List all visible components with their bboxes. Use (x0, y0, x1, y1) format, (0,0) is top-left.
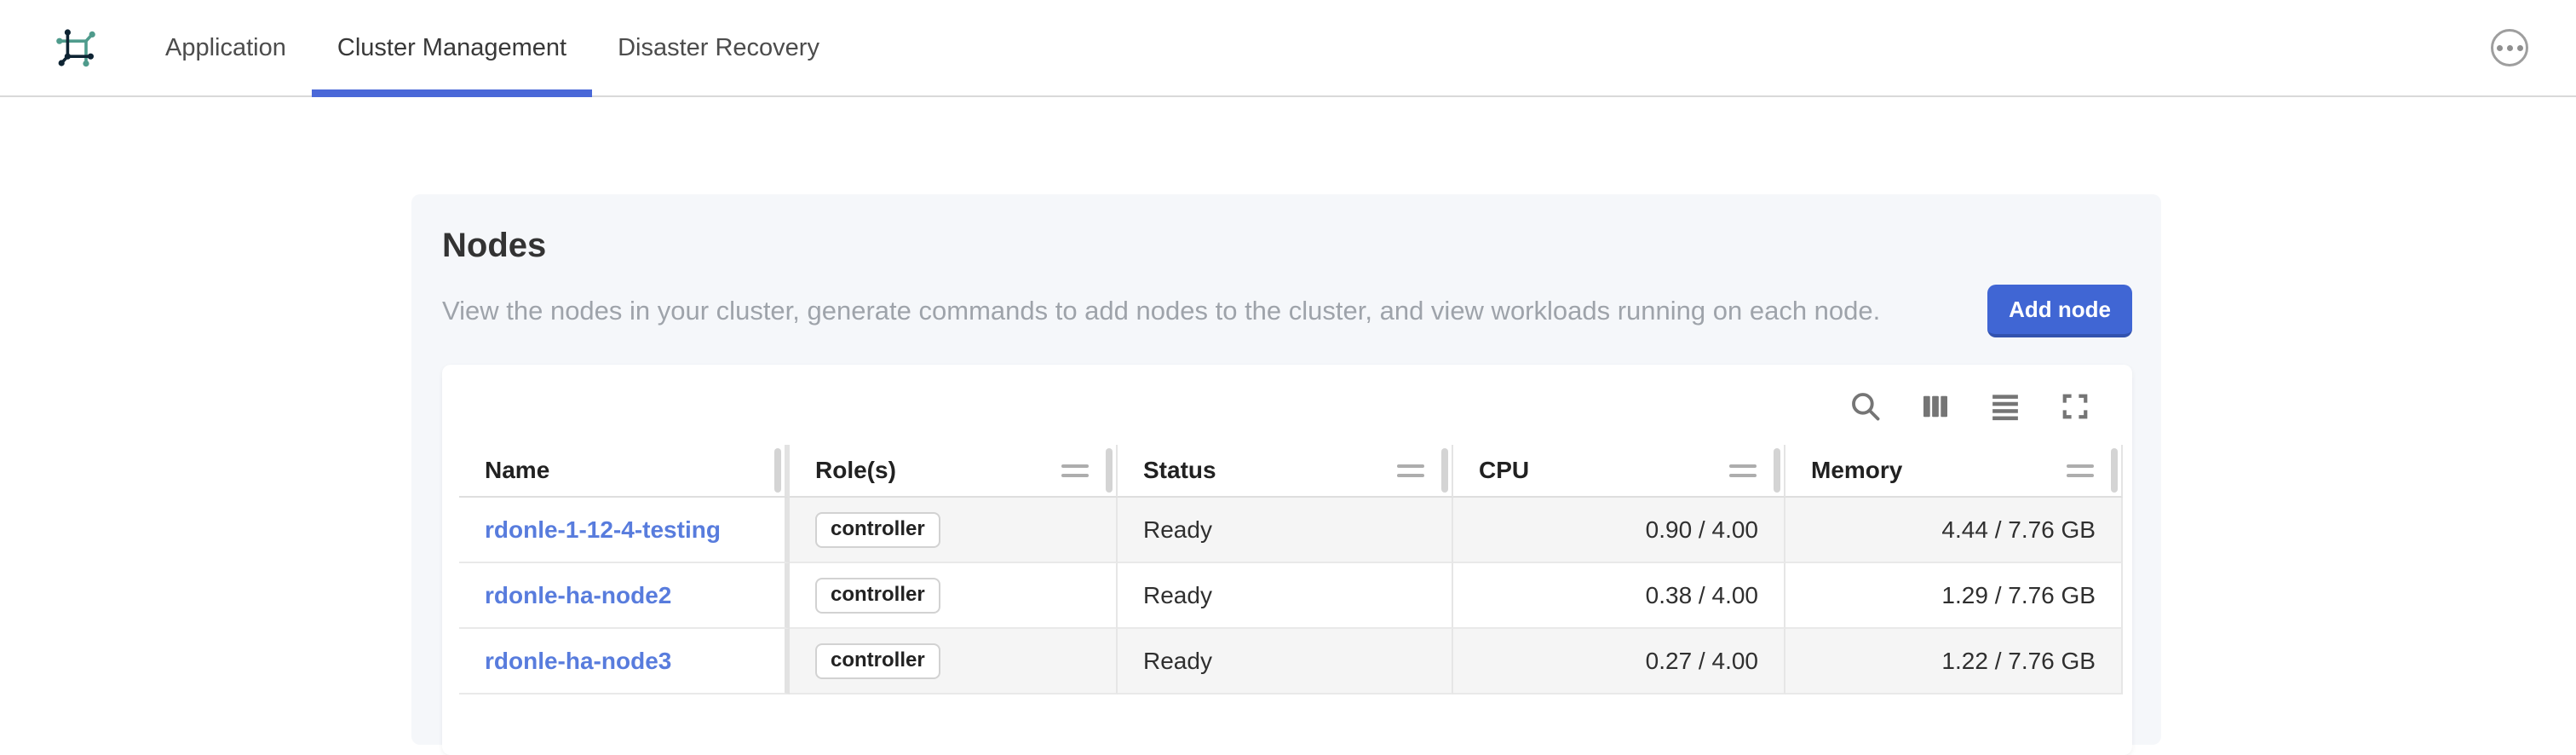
column-header-memory[interactable]: Memory (1785, 445, 2123, 498)
role-badge: controller (815, 643, 940, 679)
panel-description-row: View the nodes in your cluster, generate… (442, 285, 2132, 337)
tab-application[interactable]: Application (140, 0, 312, 95)
cell-cpu: 0.27 / 4.00 (1453, 629, 1785, 694)
column-resize-handle[interactable] (1106, 448, 1113, 493)
cell-name: rdonle-1-12-4-testing (459, 498, 790, 563)
page-description: View the nodes in your cluster, generate… (442, 296, 1881, 326)
column-header-name[interactable]: Name (459, 445, 790, 498)
cell-status: Ready (1118, 629, 1453, 694)
toggle-fullscreen-icon[interactable] (2056, 387, 2095, 426)
toggle-density-icon[interactable] (1986, 387, 2025, 426)
search-icon[interactable] (1846, 387, 1885, 426)
cell-status: Ready (1118, 563, 1453, 629)
tab-cluster-management[interactable]: Cluster Management (311, 0, 593, 97)
column-drag-icon[interactable] (1729, 464, 1757, 477)
node-link[interactable]: rdonle-ha-node2 (485, 582, 671, 609)
nav-tabs: Application Cluster Management Disaster … (140, 0, 845, 97)
column-header-status[interactable]: Status (1118, 445, 1453, 498)
cell-memory: 1.22 / 7.76 GB (1785, 629, 2123, 694)
table-header-row: Name Role(s) Status CPU Memory (459, 445, 2123, 498)
cell-name: rdonle-ha-node2 (459, 563, 790, 629)
node-link[interactable]: rdonle-1-12-4-testing (485, 516, 721, 544)
nodes-table-card: Name Role(s) Status CPU Memory rdonle-1-… (442, 365, 2132, 755)
cell-roles: controller (790, 498, 1118, 563)
overflow-menu-button[interactable] (2491, 29, 2528, 66)
cell-cpu: 0.90 / 4.00 (1453, 498, 1785, 563)
node-link[interactable]: rdonle-ha-node3 (485, 648, 671, 675)
nodes-panel: Nodes View the nodes in your cluster, ge… (411, 194, 2161, 755)
column-drag-icon[interactable] (1397, 464, 1424, 477)
role-badge: controller (815, 577, 940, 614)
page-title: Nodes (442, 227, 547, 264)
cell-memory: 4.44 / 7.76 GB (1785, 498, 2123, 563)
table-row: rdonle-ha-node2 controller Ready 0.38 / … (459, 563, 2123, 629)
cell-memory: 1.29 / 7.76 GB (1785, 563, 2123, 629)
table-row: rdonle-ha-node3 controller Ready 0.27 / … (459, 629, 2123, 694)
column-resize-handle[interactable] (2111, 448, 2118, 493)
column-header-roles[interactable]: Role(s) (790, 445, 1118, 498)
column-resize-handle[interactable] (774, 448, 781, 493)
ellipsis-icon (2496, 44, 2503, 51)
cell-cpu: 0.38 / 4.00 (1453, 563, 1785, 629)
column-header-cpu[interactable]: CPU (1453, 445, 1785, 498)
table-toolbar (459, 387, 2132, 426)
cell-roles: controller (790, 629, 1118, 694)
tab-disaster-recovery[interactable]: Disaster Recovery (592, 0, 845, 95)
column-resize-handle[interactable] (1441, 448, 1448, 493)
column-drag-icon[interactable] (2067, 464, 2094, 477)
cell-status: Ready (1118, 498, 1453, 563)
role-badge: controller (815, 511, 940, 548)
column-resize-handle[interactable] (1774, 448, 1780, 493)
nodes-table: Name Role(s) Status CPU Memory rdonle-1-… (459, 445, 2123, 694)
show-hide-columns-icon[interactable] (1916, 387, 1955, 426)
table-row: rdonle-1-12-4-testing controller Ready 0… (459, 498, 2123, 563)
top-navbar: Application Cluster Management Disaster … (0, 0, 2576, 97)
cluster-logo-icon (53, 22, 104, 73)
column-drag-icon[interactable] (1061, 464, 1089, 477)
add-node-button[interactable]: Add node (1987, 285, 2132, 337)
cell-name: rdonle-ha-node3 (459, 629, 790, 694)
cell-roles: controller (790, 563, 1118, 629)
